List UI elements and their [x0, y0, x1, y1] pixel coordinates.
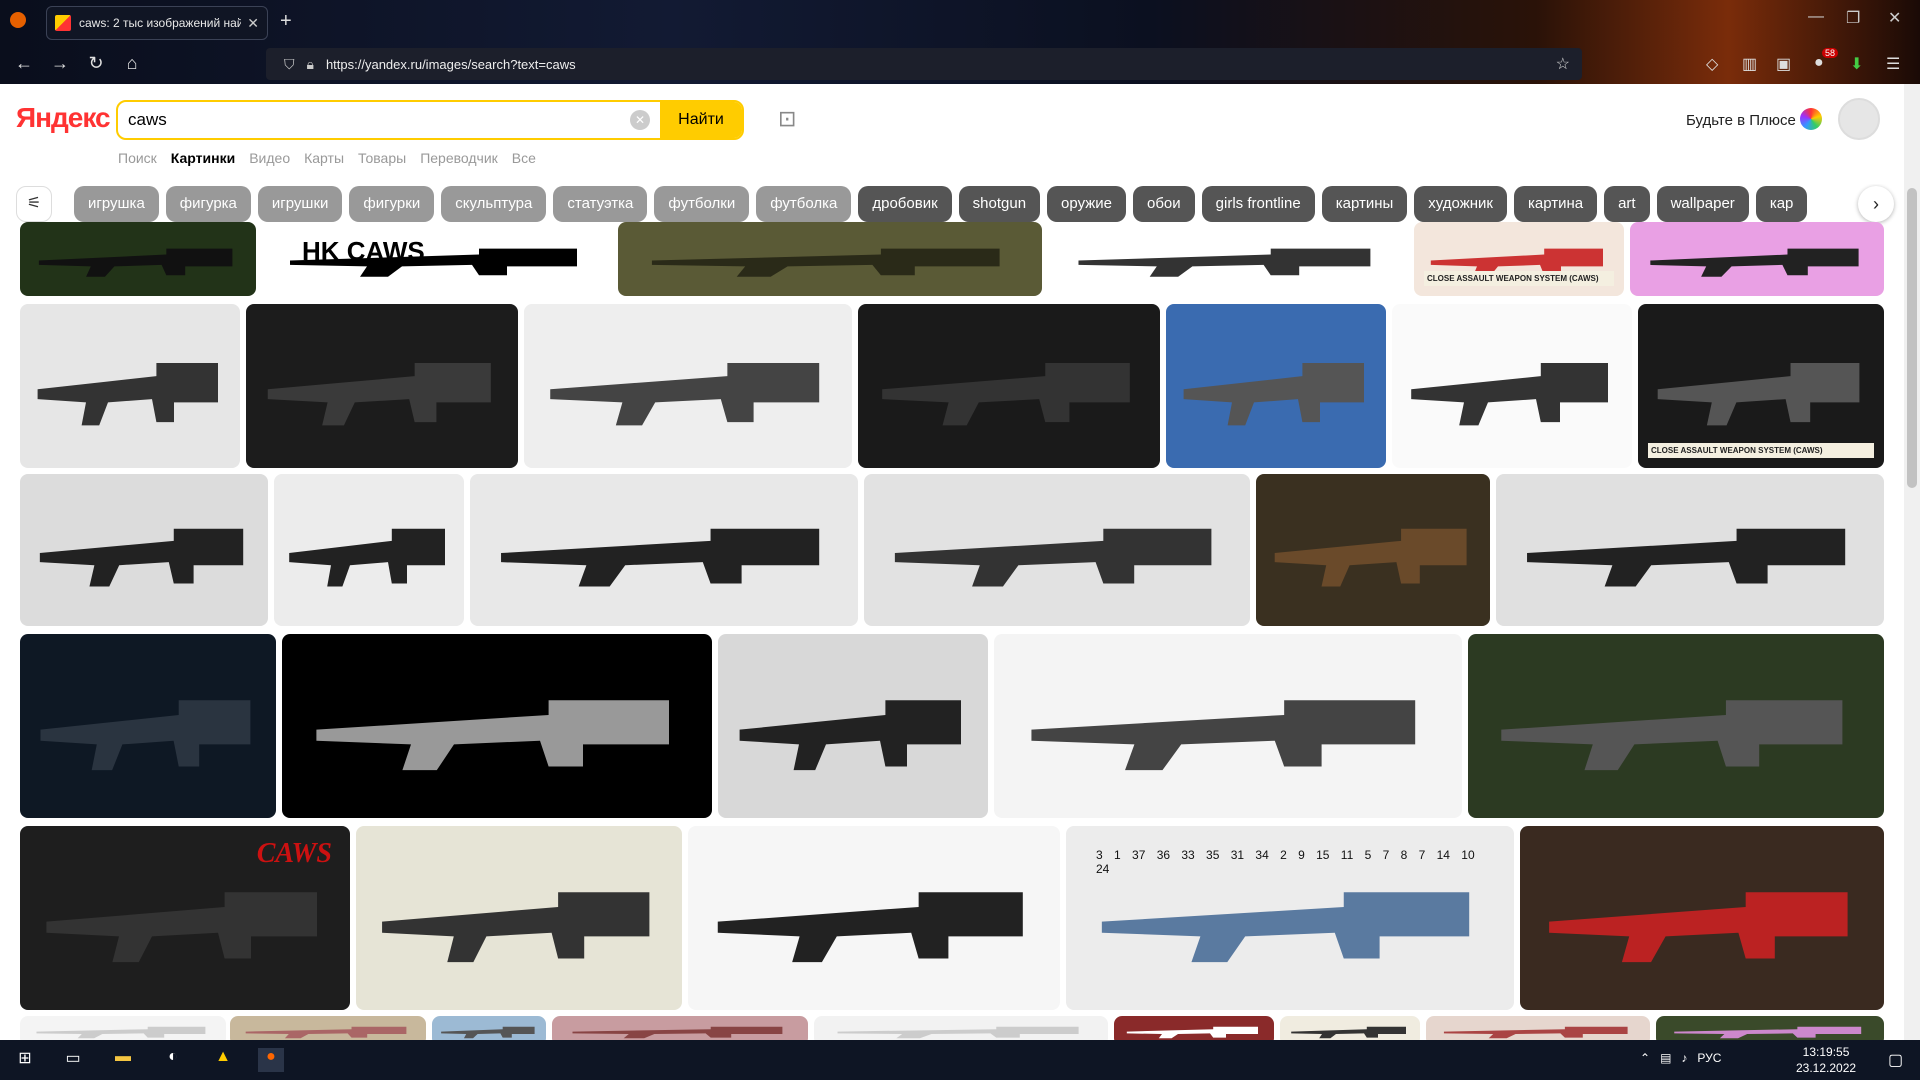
notifications-icon[interactable]: ▢ [1888, 1050, 1903, 1070]
extension-badge: 58 [1822, 48, 1839, 58]
image-result[interactable] [356, 826, 682, 1010]
network-icon[interactable]: ▤ [1660, 1051, 1671, 1065]
image-result[interactable] [688, 826, 1060, 1010]
tab-title: caws: 2 тыс изображений най… [79, 16, 242, 30]
image-result[interactable] [1114, 1016, 1274, 1040]
firefox-menu-icon[interactable] [10, 12, 26, 28]
image-result[interactable] [1426, 1016, 1650, 1040]
shield-icon[interactable]: ⛉ [284, 56, 295, 73]
image-result[interactable] [718, 634, 988, 818]
image-result[interactable]: CAWS [20, 826, 350, 1010]
tray-arrow-icon[interactable]: ⌃ [1640, 1051, 1650, 1065]
scrollbar-thumb[interactable] [1907, 188, 1917, 488]
tab-bar: caws: 2 тыс изображений най… ✕ + — ❐ ✕ [0, 0, 1920, 44]
windows-start-icon[interactable]: ⊞ [12, 1048, 38, 1072]
home-icon[interactable]: ⌂ [120, 53, 144, 74]
image-result[interactable] [282, 634, 712, 818]
windows-taskbar: ⊞ ▭ ▬ ◐ ▲ ● ⌃ ▤ ♪ РУС 13:19:55 23.12.202… [0, 1040, 1920, 1080]
image-result[interactable] [864, 474, 1250, 626]
bookmark-star-icon[interactable]: ☆ [1556, 54, 1570, 74]
image-result[interactable] [274, 474, 464, 626]
image-result[interactable] [20, 304, 240, 468]
clock[interactable]: 13:19:55 23.12.2022 [1796, 1044, 1856, 1076]
image-result[interactable] [20, 222, 256, 296]
lock-icon[interactable]: 🔒︎ [307, 56, 314, 73]
close-tab-icon[interactable]: ✕ [247, 15, 259, 32]
image-result[interactable]: 3 1 37 36 33 35 31 34 2 9 15 11 5 7 8 7 … [1066, 826, 1514, 1010]
clock-date: 23.12.2022 [1796, 1061, 1857, 1075]
browser-chrome: caws: 2 тыс изображений най… ✕ + — ❐ ✕ ←… [0, 0, 1920, 84]
image-result[interactable] [858, 304, 1160, 468]
maximize-icon[interactable]: ❐ [1846, 8, 1860, 28]
task-view-icon[interactable]: ▭ [60, 1048, 86, 1072]
image-result[interactable] [432, 1016, 546, 1040]
image-result[interactable] [1280, 1016, 1420, 1040]
file-explorer-icon[interactable]: ▬ [110, 1048, 136, 1072]
page-content: Яндекс ✕ Найти ⊡ Будьте в Плюсе ПоискКар… [0, 84, 1904, 1040]
new-tab-icon[interactable]: + [280, 10, 292, 33]
caws-logo-caption: CAWS [256, 838, 332, 869]
menu-icon[interactable]: ☰ [1886, 54, 1900, 74]
image-result[interactable] [1166, 304, 1386, 468]
image-result[interactable] [246, 304, 518, 468]
minimize-icon[interactable]: — [1808, 8, 1824, 26]
forward-icon[interactable]: → [48, 53, 72, 74]
app-icon[interactable]: ▲ [210, 1048, 236, 1072]
close-window-icon[interactable]: ✕ [1888, 8, 1901, 28]
image-result[interactable] [1256, 474, 1490, 626]
volume-icon[interactable]: ♪ [1681, 1051, 1687, 1065]
download-icon[interactable]: ⬇ [1850, 54, 1863, 74]
page-scrollbar[interactable] [1904, 84, 1920, 1040]
image-result[interactable] [524, 304, 852, 468]
image-result[interactable]: CLOSE ASSAULT WEAPON SYSTEM (CAWS) [1414, 222, 1624, 296]
image-result[interactable] [230, 1016, 426, 1040]
image-result[interactable] [1630, 222, 1884, 296]
image-result[interactable] [618, 222, 1042, 296]
pocket-icon[interactable]: ◇ [1706, 54, 1718, 74]
library-icon[interactable]: ▥ [1742, 54, 1757, 74]
image-result[interactable] [814, 1016, 1108, 1040]
image-result[interactable] [1468, 634, 1884, 818]
browser-tab[interactable]: caws: 2 тыс изображений най… ✕ [46, 6, 268, 40]
image-result[interactable] [552, 1016, 808, 1040]
reload-icon[interactable]: ↻ [84, 53, 108, 74]
firefox-taskbar-icon[interactable]: ● [258, 1048, 284, 1072]
url-bar[interactable]: ⛉ 🔒︎ https://yandex.ru/images/search?tex… [266, 48, 1582, 80]
image-result[interactable] [1520, 826, 1884, 1010]
paint-icon[interactable]: ◐ [160, 1048, 186, 1072]
image-result[interactable] [994, 634, 1462, 818]
system-tray: ⌃ ▤ ♪ РУС [1640, 1051, 1721, 1065]
image-results-grid: HK CAWS CLOSE ASSAULT WEAPON SYSTEM (CAWS… [0, 84, 1904, 1040]
close-assault-caption: CLOSE ASSAULT WEAPON SYSTEM (CAWS) [1424, 271, 1614, 286]
close-assault-caption: CLOSE ASSAULT WEAPON SYSTEM (CAWS) [1648, 443, 1874, 458]
image-result[interactable] [20, 474, 268, 626]
nav-bar: ← → ↻ ⌂ ⛉ 🔒︎ https://yandex.ru/images/se… [0, 44, 1920, 84]
sidebar-icon[interactable]: ▣ [1776, 54, 1791, 74]
url-text: https://yandex.ru/images/search?text=caw… [325, 56, 576, 72]
language-indicator[interactable]: РУС [1697, 1051, 1721, 1065]
yandex-favicon-icon [55, 15, 71, 31]
image-result[interactable]: CLOSE ASSAULT WEAPON SYSTEM (CAWS) [1638, 304, 1884, 468]
image-result[interactable] [1656, 1016, 1884, 1040]
back-icon[interactable]: ← [12, 53, 36, 74]
clock-time: 13:19:55 [1802, 1045, 1850, 1059]
image-result[interactable] [20, 1016, 226, 1040]
image-result[interactable] [20, 634, 276, 818]
image-result[interactable] [470, 474, 858, 626]
hk-caws-caption: HK CAWS [302, 236, 425, 266]
diagram-part-numbers: 3 1 37 36 33 35 31 34 2 9 15 11 5 7 8 7 … [1096, 848, 1475, 876]
image-result[interactable]: HK CAWS [262, 222, 612, 296]
image-result[interactable] [1496, 474, 1884, 626]
image-result[interactable] [1392, 304, 1632, 468]
extension-icon[interactable]: ● 58 [1814, 48, 1839, 72]
image-result[interactable] [1050, 222, 1406, 296]
